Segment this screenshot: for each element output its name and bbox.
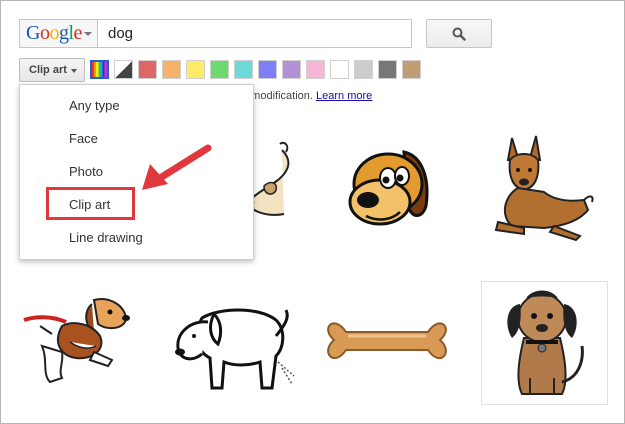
menu-item-line-drawing[interactable]: Line drawing (69, 230, 143, 245)
logo-letter: G (26, 22, 40, 44)
type-filter-menu: Any type Face Photo Clip art Line drawin… (19, 84, 254, 260)
color-filter-full-color[interactable] (90, 60, 109, 79)
selection-highlight-box (46, 187, 135, 220)
result-image-dog-face[interactable] (338, 134, 440, 234)
chevron-down-icon (84, 32, 92, 36)
result-image-sitting-dog[interactable] (481, 281, 608, 405)
dog-clipart-image (23, 298, 130, 384)
result-image-outline-dog[interactable] (168, 296, 298, 396)
search-input[interactable] (97, 19, 412, 48)
search-button[interactable] (426, 19, 492, 48)
menu-item-photo[interactable]: Photo (69, 164, 103, 179)
type-filter-button[interactable]: Clip art (19, 58, 85, 82)
color-swatch[interactable] (282, 60, 301, 79)
result-image-lying-dog[interactable] (484, 130, 596, 242)
color-swatch[interactable] (258, 60, 277, 79)
color-filter-black-and-white[interactable] (114, 60, 133, 79)
menu-item-face[interactable]: Face (69, 131, 98, 146)
dog-clipart-image (348, 150, 429, 226)
usage-notice: n modification. Learn more (242, 90, 372, 102)
dog-clipart-image (494, 135, 594, 242)
color-swatch[interactable] (378, 60, 397, 79)
result-image-beagle[interactable] (22, 290, 132, 390)
type-filter-label: Clip art (29, 64, 67, 76)
dog-clipart-image (175, 308, 295, 390)
menu-item-any-type[interactable]: Any type (69, 98, 120, 113)
logo-letter: o (49, 22, 59, 44)
annotation-arrow-icon (142, 144, 212, 190)
dog-clipart-image (507, 290, 584, 395)
google-logo-button[interactable]: Google (19, 19, 97, 48)
logo-letter: e (73, 22, 83, 44)
color-swatch[interactable] (162, 60, 181, 79)
color-swatch[interactable] (330, 60, 349, 79)
color-swatch[interactable] (210, 60, 229, 79)
color-swatch[interactable] (306, 60, 325, 79)
color-swatch[interactable] (186, 60, 205, 79)
color-swatch[interactable] (138, 60, 157, 79)
color-swatch[interactable] (234, 60, 253, 79)
search-icon (452, 27, 466, 41)
learn-more-link[interactable]: Learn more (316, 90, 372, 102)
result-image-bone[interactable] (324, 310, 450, 370)
color-swatch[interactable] (354, 60, 373, 79)
color-swatch[interactable] (402, 60, 421, 79)
google-logo: Google (26, 22, 82, 45)
chevron-down-icon (71, 69, 77, 73)
bone-clipart-image (327, 322, 447, 359)
